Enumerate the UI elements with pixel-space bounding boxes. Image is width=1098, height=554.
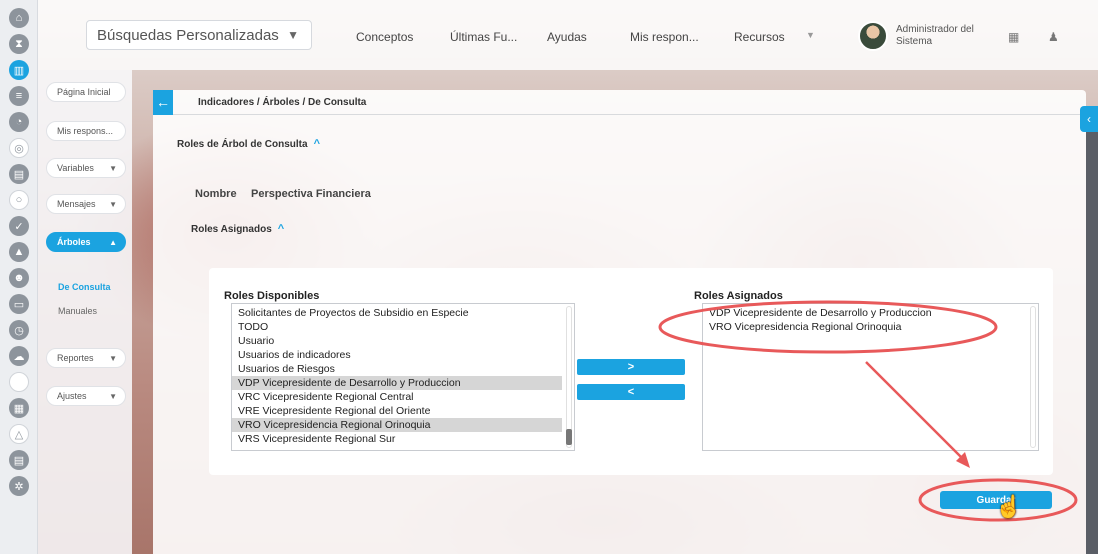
list-item[interactable]: VDP Vicepresidente de Desarrollo y Produ… [703, 306, 1026, 320]
home-icon[interactable]: ⌂ [9, 8, 29, 28]
monitor-icon[interactable]: ▭ [9, 294, 29, 314]
nav-recursos[interactable]: Recursos [734, 30, 785, 44]
menu-ajustes[interactable]: Ajustes ▼ [46, 386, 126, 406]
back-arrow-icon[interactable]: ← [153, 89, 173, 115]
scrollbar[interactable] [1030, 306, 1036, 448]
list-item[interactable]: TODO [232, 320, 562, 334]
search-dropdown[interactable]: Búsquedas Personalizadas ▼ [86, 20, 312, 50]
list-item[interactable]: VDP Vicepresidente de Desarrollo y Produ… [232, 376, 562, 390]
chevron-down-icon[interactable]: ▼ [806, 30, 815, 40]
cloud-icon[interactable]: ☁ [9, 346, 29, 366]
check-icon[interactable]: ✓ [9, 216, 29, 236]
menu-manuales[interactable]: Manuales [58, 306, 97, 316]
list-item[interactable]: VRO Vicepresidencia Regional Orinoquia [703, 320, 1026, 334]
chevron-down-icon: ▼ [287, 28, 299, 42]
nav-mis-respon[interactable]: Mis respon... [630, 30, 699, 44]
list-item[interactable]: Usuario [232, 334, 562, 348]
document-icon[interactable]: ▤ [9, 450, 29, 470]
nav-ultimas[interactable]: Últimas Fu... [450, 30, 517, 44]
chart-icon[interactable]: ▥ [9, 60, 29, 80]
caret-down-icon: ▼ [109, 163, 117, 173]
list-item[interactable]: Solicitantes de Proyectos de Subsidio en… [232, 306, 562, 320]
list-item[interactable]: Usuarios de indicadores [232, 348, 562, 362]
list-item[interactable]: VRC Vicepresidente Regional Central [232, 390, 562, 404]
list-icon[interactable]: ≡ [9, 86, 29, 106]
caret-down-icon: ▼ [109, 199, 117, 209]
target-icon[interactable]: ◎ [9, 138, 29, 158]
menu-arboles[interactable]: Árboles ▲ [46, 232, 126, 252]
menu-mis-respons[interactable]: Mis respons... [46, 121, 126, 141]
add-role-button[interactable]: > [577, 359, 685, 375]
available-roles-title: Roles Disponibles [224, 290, 320, 302]
available-roles-list[interactable]: Solicitantes de Proyectos de Subsidio en… [231, 303, 575, 451]
assigned-roles-title: Roles Asignados [694, 290, 783, 302]
user-name[interactable]: Administrador del Sistema [896, 24, 986, 48]
roles-asignados-section[interactable]: Roles Asignados ^ [191, 223, 284, 235]
settings-icon[interactable]: ✲ [9, 476, 29, 496]
nombre-label: Nombre [195, 188, 237, 200]
breadcrumb: Indicadores / Árboles / De Consulta [198, 96, 367, 108]
hourglass-icon[interactable]: ⧗ [9, 34, 29, 54]
menu-mensajes[interactable]: Mensajes ▼ [46, 194, 126, 214]
scrollbar[interactable] [566, 306, 572, 448]
caret-down-icon: ▼ [109, 353, 117, 363]
circle-icon[interactable]: ○ [9, 190, 29, 210]
list-item[interactable]: VRS Vicepresidente Regional Sur [232, 432, 562, 446]
search-label: Búsquedas Personalizadas [97, 26, 279, 44]
nav-conceptos[interactable]: Conceptos [356, 30, 413, 44]
top-header: Búsquedas Personalizadas ▼ Conceptos Últ… [38, 0, 1098, 70]
list-item[interactable]: VRO Vicepresidencia Regional Orinoquia [232, 418, 562, 432]
collapse-panel-icon[interactable]: ‹ [1080, 106, 1098, 132]
nombre-value: Perspectiva Financiera [251, 188, 371, 200]
avatar[interactable] [858, 21, 888, 51]
stack-icon[interactable]: ▤ [9, 164, 29, 184]
panel-header: ← Indicadores / Árboles / De Consulta [153, 89, 1086, 115]
blank-icon[interactable] [9, 372, 29, 392]
list-item[interactable]: Usuarios de Riesgos [232, 362, 562, 376]
chevron-up-icon[interactable]: ^ [278, 223, 284, 235]
remove-role-button[interactable]: < [577, 384, 685, 400]
calendar-icon[interactable]: ▦ [1008, 30, 1019, 44]
menu-reportes[interactable]: Reportes ▼ [46, 348, 126, 368]
calendar-icon[interactable]: ▦ [9, 398, 29, 418]
menu-pagina-inicial[interactable]: Página Inicial [46, 82, 126, 102]
caret-down-icon: ▼ [109, 391, 117, 401]
caret-up-icon: ▲ [109, 237, 117, 247]
icon-rail: ⌂ ⧗ ▥ ≡ ◔ ◎ ▤ ○ ✓ ▲ ☻ ▭ ◷ ☁ ▦ △ ▤ ✲ [0, 0, 38, 554]
section-title[interactable]: Roles de Árbol de Consulta ^ [177, 138, 320, 150]
group-icon[interactable]: ☻ [9, 268, 29, 288]
list-item[interactable]: VRE Vicepresidente Regional del Oriente [232, 404, 562, 418]
gauge-icon[interactable]: ◔ [9, 112, 29, 132]
bell-icon[interactable]: ♟ [1048, 30, 1059, 44]
menu-variables[interactable]: Variables ▼ [46, 158, 126, 178]
main-panel: ← Indicadores / Árboles / De Consulta Ro… [153, 89, 1086, 554]
assigned-roles-list[interactable]: VDP Vicepresidente de Desarrollo y Produ… [702, 303, 1039, 451]
network-icon[interactable]: △ [9, 424, 29, 444]
side-menu: Página Inicial Mis respons... Variables ▼… [38, 70, 132, 554]
clock-icon[interactable]: ◷ [9, 320, 29, 340]
menu-de-consulta[interactable]: De Consulta [58, 282, 111, 292]
roles-box: Roles Disponibles Roles Asignados Solici… [209, 268, 1053, 475]
chevron-up-icon[interactable]: ^ [314, 138, 320, 150]
scrollbar-thumb[interactable] [566, 429, 572, 445]
hand-cursor-icon: ☝ [995, 494, 1023, 519]
warning-icon[interactable]: ▲ [9, 242, 29, 262]
right-edge-bar [1086, 132, 1098, 554]
nav-ayudas[interactable]: Ayudas [547, 30, 587, 44]
